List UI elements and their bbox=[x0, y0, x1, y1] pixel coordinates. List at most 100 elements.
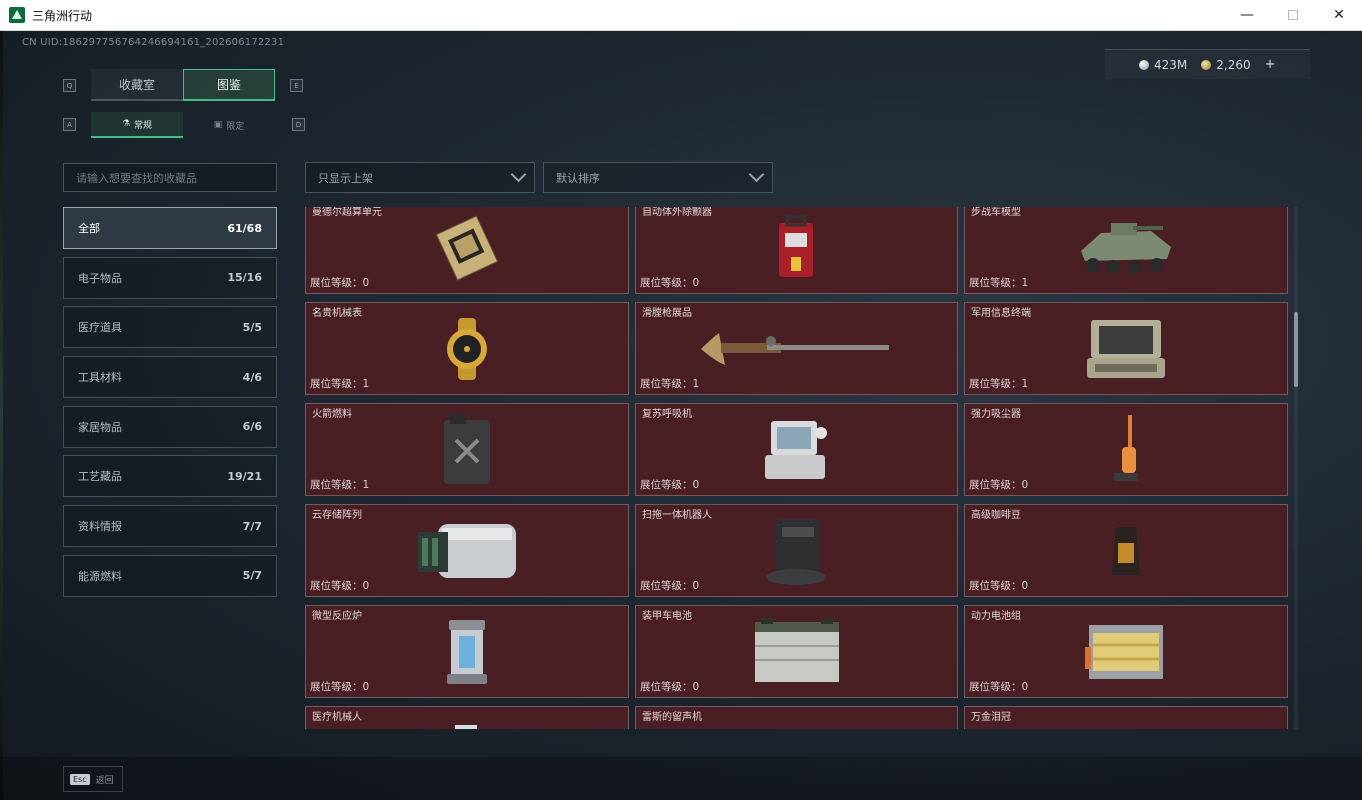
item-level: 展位等级：1 bbox=[640, 378, 700, 390]
close-button[interactable]: ✕ bbox=[1316, 0, 1362, 31]
flask-icon: ⚗ bbox=[121, 119, 131, 129]
item-card[interactable]: 云存储阵列 展位等级：0 bbox=[305, 504, 629, 597]
gold-amount: 2,260 bbox=[1216, 57, 1251, 72]
terminal-icon bbox=[1087, 319, 1165, 378]
item-name: 扫拖一体机器人 bbox=[642, 510, 712, 521]
robot-vacuum-icon bbox=[765, 518, 826, 585]
item-grid-viewport: 曼德尔超算单元 展位等级：0 自动体外除颤器 展位等级：0 步战车模型 展位等级… bbox=[305, 207, 1290, 729]
item-card[interactable]: 军用信息终端 展位等级：1 bbox=[964, 302, 1288, 395]
item-level: 展位等级：0 bbox=[640, 580, 700, 592]
tab-collection-room[interactable]: 收藏室 bbox=[91, 69, 183, 101]
item-name: 高级咖啡豆 bbox=[971, 510, 1021, 521]
item-card[interactable]: 火箭燃料 展位等级：1 bbox=[305, 403, 629, 496]
item-grid-scrollbar[interactable] bbox=[1294, 207, 1298, 729]
scrollbar-thumb[interactable] bbox=[1294, 312, 1298, 387]
item-name: 名贵机械表 bbox=[312, 308, 362, 319]
maximize-icon bbox=[1288, 10, 1298, 20]
category-label: 家居物品 bbox=[78, 420, 122, 434]
item-level: 展位等级：0 bbox=[310, 580, 370, 592]
item-card[interactable]: 扫拖一体机器人 展位等级：0 bbox=[635, 504, 958, 597]
silver-coin-icon bbox=[1139, 59, 1149, 70]
shelf-filter-dropdown[interactable]: 只显示上架 bbox=[305, 162, 535, 193]
item-name: 装甲车电池 bbox=[642, 611, 692, 622]
gold-coin-icon bbox=[1201, 59, 1212, 70]
item-card[interactable]: 强力吸尘器 展位等级：0 bbox=[964, 403, 1288, 496]
item-name: 曼德尔超算单元 bbox=[312, 207, 382, 218]
silver-amount: 423M bbox=[1154, 57, 1188, 72]
musket-icon bbox=[700, 332, 889, 365]
category-count: 19/21 bbox=[227, 469, 262, 483]
tab-limited[interactable]: ▣ 限定 bbox=[183, 112, 275, 138]
category-intel[interactable]: 资料情报 7/7 bbox=[63, 505, 277, 548]
category-count: 6/6 bbox=[242, 420, 262, 434]
category-count: 61/68 bbox=[227, 221, 262, 235]
player-uid: CN UID:186297756764246694161_20260617223… bbox=[22, 37, 285, 48]
category-count: 5/5 bbox=[242, 320, 262, 334]
vacuum-icon bbox=[1114, 414, 1138, 481]
item-card[interactable]: 步战车模型 展位等级：1 bbox=[964, 207, 1288, 294]
sort-dropdown[interactable]: 默认排序 bbox=[543, 162, 773, 193]
item-card[interactable]: 装甲车电池 展位等级：0 bbox=[635, 605, 958, 698]
window-controls: — ✕ bbox=[1224, 0, 1362, 31]
category-count: 4/6 bbox=[242, 370, 262, 384]
back-button[interactable]: Esc 返回 bbox=[63, 766, 123, 792]
silver-balance: 423M bbox=[1139, 58, 1187, 72]
item-level: 展位等级：0 bbox=[969, 580, 1029, 592]
category-list: 全部 61/68 电子物品 15/16 医疗道具 5/5 工具材料 4/6 家居物品 6/… bbox=[63, 207, 277, 605]
tab-regular[interactable]: ⚗ 常规 bbox=[91, 112, 183, 138]
fuel-can-icon bbox=[444, 413, 490, 484]
item-card[interactable]: 万金泪冠 bbox=[964, 706, 1288, 729]
add-currency-button[interactable]: + bbox=[1265, 57, 1276, 72]
cpu-icon bbox=[435, 214, 499, 281]
item-card[interactable]: 微型反应炉 展位等级：0 bbox=[305, 605, 629, 698]
category-label: 能源燃料 bbox=[78, 569, 122, 583]
bottom-bar bbox=[0, 757, 1362, 800]
item-card[interactable]: 动力电池组 展位等级：0 bbox=[964, 605, 1288, 698]
item-name: 自动体外除颤器 bbox=[642, 207, 712, 218]
category-all[interactable]: 全部 61/68 bbox=[63, 207, 277, 249]
search-input[interactable]: 请输入想要查找的收藏品 bbox=[63, 163, 277, 192]
category-electronics[interactable]: 电子物品 15/16 bbox=[63, 256, 277, 299]
item-level: 展位等级：0 bbox=[969, 681, 1029, 693]
category-count: 15/16 bbox=[227, 271, 262, 285]
item-card[interactable]: 名贵机械表 展位等级：1 bbox=[305, 302, 629, 395]
tab-catalog[interactable]: 图鉴 bbox=[183, 69, 275, 101]
item-card[interactable]: 自动体外除颤器 展位等级：0 bbox=[635, 207, 958, 294]
maximize-button[interactable] bbox=[1270, 0, 1316, 31]
category-household[interactable]: 家居物品 6/6 bbox=[63, 405, 277, 448]
category-label: 工具材料 bbox=[78, 371, 122, 385]
item-card[interactable]: 滑膛枪展品 展位等级：1 bbox=[635, 302, 958, 395]
item-name: 步战车模型 bbox=[971, 207, 1021, 218]
category-crafts[interactable]: 工艺藏品 19/21 bbox=[63, 455, 277, 498]
item-card[interactable]: 雷斯的留声机 bbox=[635, 706, 958, 729]
item-level: 展位等级：0 bbox=[310, 681, 370, 693]
battery-pack-icon bbox=[1085, 624, 1163, 679]
item-card[interactable]: 医疗机械人 bbox=[305, 706, 629, 729]
item-name: 微型反应炉 bbox=[312, 611, 362, 622]
battery-icon bbox=[754, 617, 839, 682]
key-hint-e: E bbox=[290, 79, 303, 92]
item-card[interactable]: 复苏呼吸机 展位等级：0 bbox=[635, 403, 958, 496]
tab-limited-label: 限定 bbox=[226, 121, 245, 132]
key-hint-a: A bbox=[63, 118, 76, 131]
item-card[interactable]: 曼德尔超算单元 展位等级：0 bbox=[305, 207, 629, 294]
window-titlebar: 三角洲行动 — ✕ bbox=[0, 0, 1362, 31]
ifv-model-icon bbox=[1081, 222, 1171, 274]
item-level: 展位等级：1 bbox=[969, 277, 1029, 289]
ventilator-icon bbox=[764, 420, 827, 479]
item-level: 展位等级：0 bbox=[310, 277, 370, 289]
medical-robot-icon bbox=[455, 725, 477, 729]
minimize-button[interactable]: — bbox=[1224, 0, 1270, 31]
category-energy[interactable]: 能源燃料 5/7 bbox=[63, 554, 277, 597]
item-card[interactable]: 高级咖啡豆 展位等级：0 bbox=[964, 504, 1288, 597]
category-medical[interactable]: 医疗道具 5/5 bbox=[63, 306, 277, 349]
item-level: 展位等级：1 bbox=[310, 378, 370, 390]
shelf-filter-label: 只显示上架 bbox=[318, 171, 373, 185]
item-name: 动力电池组 bbox=[971, 611, 1021, 622]
category-tools[interactable]: 工具材料 4/6 bbox=[63, 356, 277, 399]
edge-decoration bbox=[0, 31, 3, 800]
gold-balance: 2,260 bbox=[1201, 57, 1251, 72]
key-hint-d: D bbox=[292, 118, 305, 131]
category-count: 5/7 bbox=[242, 569, 262, 583]
category-label: 医疗道具 bbox=[78, 321, 122, 335]
